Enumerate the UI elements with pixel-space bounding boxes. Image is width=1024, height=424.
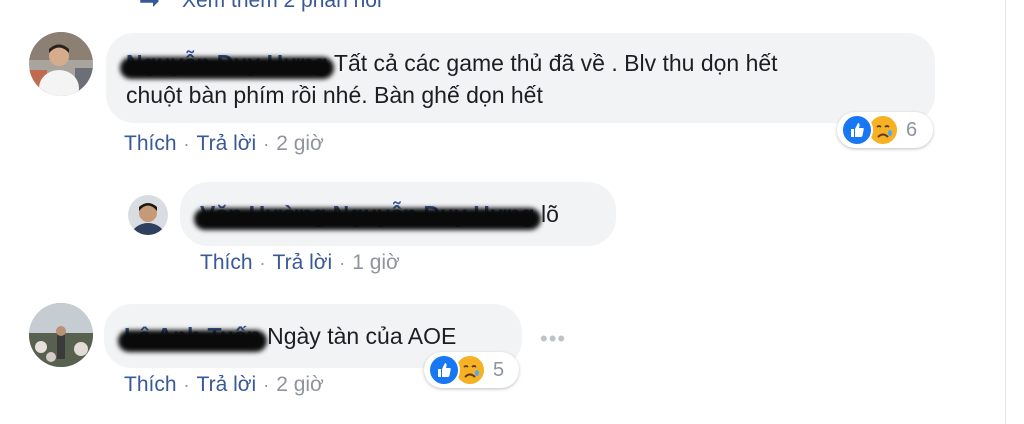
separator-dot: ·: [183, 133, 190, 154]
comment-bubble: Nguyễn Duy Hưng Tất cả các game thủ đã v…: [106, 33, 935, 123]
comment-actions: Thích · Trả lời · 2 giờ: [124, 373, 324, 397]
separator-dot: ·: [183, 374, 190, 395]
more-options-icon[interactable]: •••: [540, 326, 566, 352]
separator-dot: ·: [263, 374, 270, 395]
like-link[interactable]: Thích: [124, 132, 177, 156]
reply-link[interactable]: Trả lời: [197, 132, 257, 156]
avatar[interactable]: [29, 32, 93, 96]
view-more-replies-label: Xem thêm 2 phản hồi: [182, 0, 382, 12]
comment-text-line: Nguyễn Duy Hưng Tất cả các game thủ đã v…: [120, 47, 915, 79]
like-icon: [428, 354, 460, 386]
comment-text: Tất cả các game thủ đã về . Blv thu dọn …: [333, 50, 778, 76]
comment-author-name[interactable]: Nguyễn Duy Hưng: [120, 50, 334, 79]
avatar[interactable]: [29, 303, 93, 367]
comment-text: lõ: [541, 201, 559, 227]
separator-dot: ·: [263, 133, 270, 154]
comment-actions: Thích · Trả lời · 1 giờ: [200, 251, 400, 275]
separator-dot: ·: [259, 252, 266, 273]
redaction-mark: [194, 208, 541, 230]
comment-text-line-2: chuột bàn phím rồi nhé. Bàn ghế dọn hết: [126, 82, 543, 108]
timestamp[interactable]: 1 giờ: [352, 251, 400, 275]
comment-actions: Thích · Trả lời · 2 giờ: [124, 132, 324, 156]
right-divider: [1005, 0, 1006, 424]
reply-link[interactable]: Trả lời: [273, 251, 333, 275]
comment-text: Ngày tàn của AOE: [267, 323, 457, 349]
reply-bubble: Văn Hường Nguyễn Duy Hưng lõ: [180, 182, 616, 246]
redaction-mark: [118, 330, 267, 352]
reaction-count: 6: [906, 118, 918, 141]
reply-link[interactable]: Trả lời: [197, 373, 257, 397]
timestamp[interactable]: 2 giờ: [276, 373, 324, 397]
reply-arrow-icon: [140, 0, 159, 7]
reaction-count: 5: [493, 358, 505, 381]
redaction-mark: [120, 57, 334, 79]
comment-author-name[interactable]: Lê Anh Tuấn: [118, 323, 267, 352]
like-link[interactable]: Thích: [124, 373, 177, 397]
like-link[interactable]: Thích: [200, 251, 253, 275]
reaction-summary[interactable]: 6: [837, 112, 933, 148]
comment-author-name[interactable]: Văn Hường Nguyễn Duy Hưng: [194, 201, 541, 230]
avatar[interactable]: [128, 195, 168, 235]
timestamp[interactable]: 2 giờ: [276, 132, 324, 156]
view-more-replies-link[interactable]: Xem thêm 2 phản hồi: [138, 0, 382, 16]
reaction-summary[interactable]: 5: [424, 352, 519, 388]
like-icon: [841, 114, 873, 146]
separator-dot: ·: [339, 252, 346, 273]
